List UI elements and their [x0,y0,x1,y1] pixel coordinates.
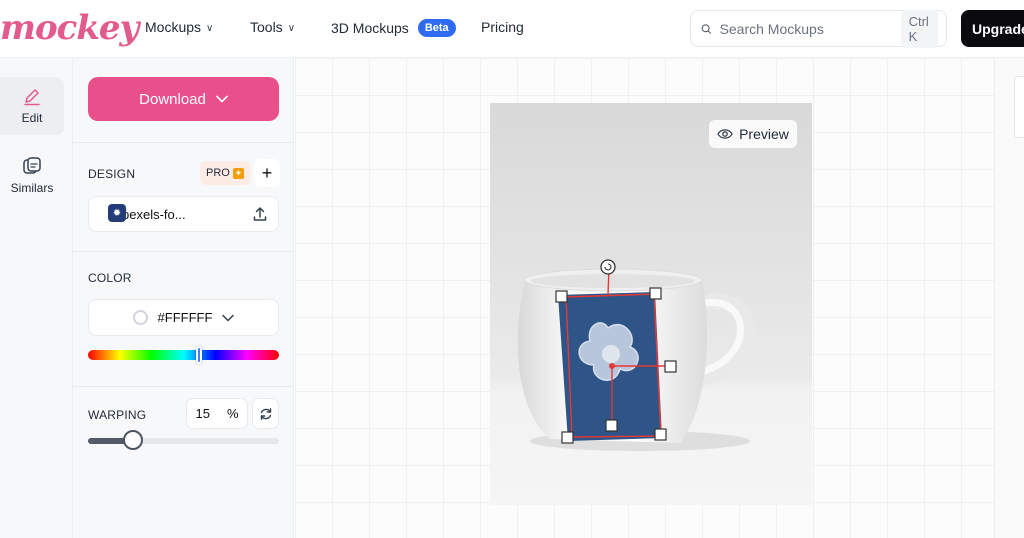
right-rail-card[interactable] [1014,76,1024,138]
pro-badge[interactable]: PRO ✦ [200,161,250,185]
preview-button-label: Preview [739,126,789,142]
left-rail: Edit Similars [0,58,73,538]
nav-tools-label: Tools [250,19,283,35]
warping-unit: % [226,406,239,421]
rail-item-edit-label: Edit [21,111,43,125]
color-section-label: COLOR [88,271,132,285]
warping-section-label: WARPING [88,408,147,422]
nav-3d-mockups-label: 3D Mockups [331,20,409,36]
hue-slider[interactable] [88,350,279,360]
edit-panel: Download DESIGN PRO ✦ + pexels-fo... ✹ C… [73,58,294,538]
hue-slider-handle[interactable] [195,346,202,364]
eye-icon [717,129,733,139]
rotate-handle[interactable] [600,259,616,275]
color-value: #FFFFFF [157,310,213,325]
design-thumbnail: ✹ [108,204,126,222]
design-file-name: pexels-fo... [122,206,186,222]
rail-item-similars[interactable]: Similars [0,146,64,204]
divider [73,386,294,387]
warping-value: 15 [195,406,210,421]
plus-icon: + [261,162,273,183]
refresh-icon [260,407,271,420]
search-shortcut-hint: Ctrl K [900,9,938,48]
download-button-label: Download [139,90,206,108]
warping-slider-knob[interactable] [123,430,144,450]
nav-mockups[interactable]: Mockups ∨ [145,19,213,35]
warp-handle-bottom[interactable] [605,419,618,432]
chevron-down-icon: ∨ [287,22,296,34]
rail-item-edit[interactable]: Edit [0,77,64,135]
top-navbar: mockey Mockups ∨ Tools ∨ 3D Mockups Beta… [0,0,1024,58]
rail-item-similars-label: Similars [10,181,54,195]
divider [73,142,294,143]
nav-pricing-label: Pricing [481,19,524,35]
design-section-label: DESIGN [88,167,136,181]
color-select[interactable]: #FFFFFF [88,299,279,336]
nav-pricing[interactable]: Pricing [481,19,524,35]
color-swatch [132,310,148,325]
warping-input[interactable]: 15 % [186,398,248,429]
mockey-logo[interactable]: mockey [0,8,139,48]
search-input[interactable] [719,20,901,37]
resize-handle[interactable] [555,290,568,303]
upload-icon[interactable] [252,206,268,222]
stack-icon [23,157,41,174]
resize-handle[interactable] [649,287,662,300]
reset-warping-button[interactable] [252,398,279,429]
nav-tools[interactable]: Tools ∨ [250,19,295,35]
chevron-down-icon [222,314,235,321]
sparkle-icon: ✦ [232,167,244,179]
pro-badge-label: PRO [206,167,230,179]
preview-button[interactable]: Preview [709,120,797,148]
add-design-button[interactable]: + [254,159,280,187]
mug-illustration [517,259,756,451]
chevron-down-icon: ∨ [206,22,214,34]
pencil-icon [24,89,40,106]
resize-handle[interactable] [654,428,667,441]
upgrade-button[interactable]: Upgrade [961,10,1024,47]
mockup-preview-image [490,103,812,505]
resize-handle[interactable] [561,431,574,444]
chevron-down-icon [216,95,228,103]
beta-badge: Beta [417,19,456,37]
nav-mockups-label: Mockups [145,19,202,35]
search-icon [701,23,712,34]
warp-handle-right[interactable] [664,360,677,373]
search-box[interactable]: Ctrl K [690,9,947,48]
divider [73,251,294,252]
nav-3d-mockups[interactable]: 3D Mockups Beta [331,19,456,37]
download-button[interactable]: Download [88,77,279,121]
